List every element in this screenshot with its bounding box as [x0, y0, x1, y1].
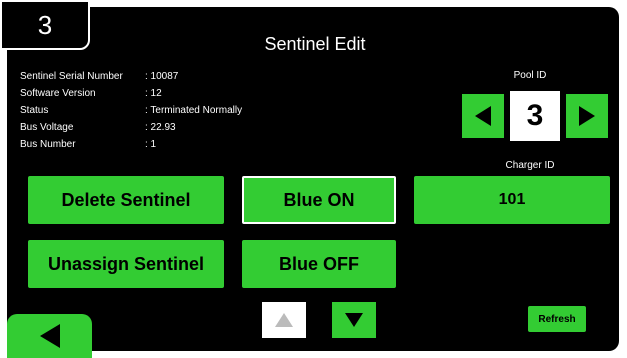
info-value: : 1	[145, 139, 157, 150]
back-arrow-icon	[39, 324, 60, 348]
pool-prev-button[interactable]	[462, 94, 504, 138]
info-value: : Terminated Normally	[145, 105, 243, 116]
triangle-down-icon	[345, 313, 363, 327]
info-label: Bus Number	[20, 139, 76, 150]
refresh-button[interactable]: Refresh	[528, 306, 586, 332]
scroll-down-button[interactable]	[332, 302, 376, 338]
pool-next-button[interactable]	[566, 94, 608, 138]
pool-id-value: 3	[510, 91, 560, 141]
unassign-sentinel-button[interactable]: Unassign Sentinel	[28, 240, 224, 288]
triangle-up-icon	[275, 313, 293, 327]
info-label: Bus Voltage	[20, 122, 74, 133]
pool-id-label: Pool ID	[513, 70, 547, 81]
info-label: Status	[20, 105, 49, 116]
page-title: Sentinel Edit	[264, 34, 366, 54]
screen-number: 3	[0, 0, 90, 50]
charger-id-button[interactable]: 101	[414, 176, 610, 224]
info-value: : 12	[145, 88, 162, 99]
info-label: Software Version	[20, 88, 96, 99]
triangle-right-icon	[579, 106, 595, 126]
charger-id-label: Charger ID	[505, 160, 555, 171]
info-label: Sentinel Serial Number	[20, 71, 123, 82]
info-value: : 10087	[145, 71, 179, 82]
back-button[interactable]	[7, 314, 92, 358]
info-value: : 22.93	[145, 122, 176, 133]
scroll-up-button[interactable]	[262, 302, 306, 338]
triangle-left-icon	[475, 106, 491, 126]
blue-on-button[interactable]: Blue ON	[242, 176, 396, 224]
blue-off-button[interactable]: Blue OFF	[242, 240, 396, 288]
screen: 3 Sentinel Edit Sentinel Serial Number :…	[0, 0, 627, 358]
delete-sentinel-button[interactable]: Delete Sentinel	[28, 176, 224, 224]
